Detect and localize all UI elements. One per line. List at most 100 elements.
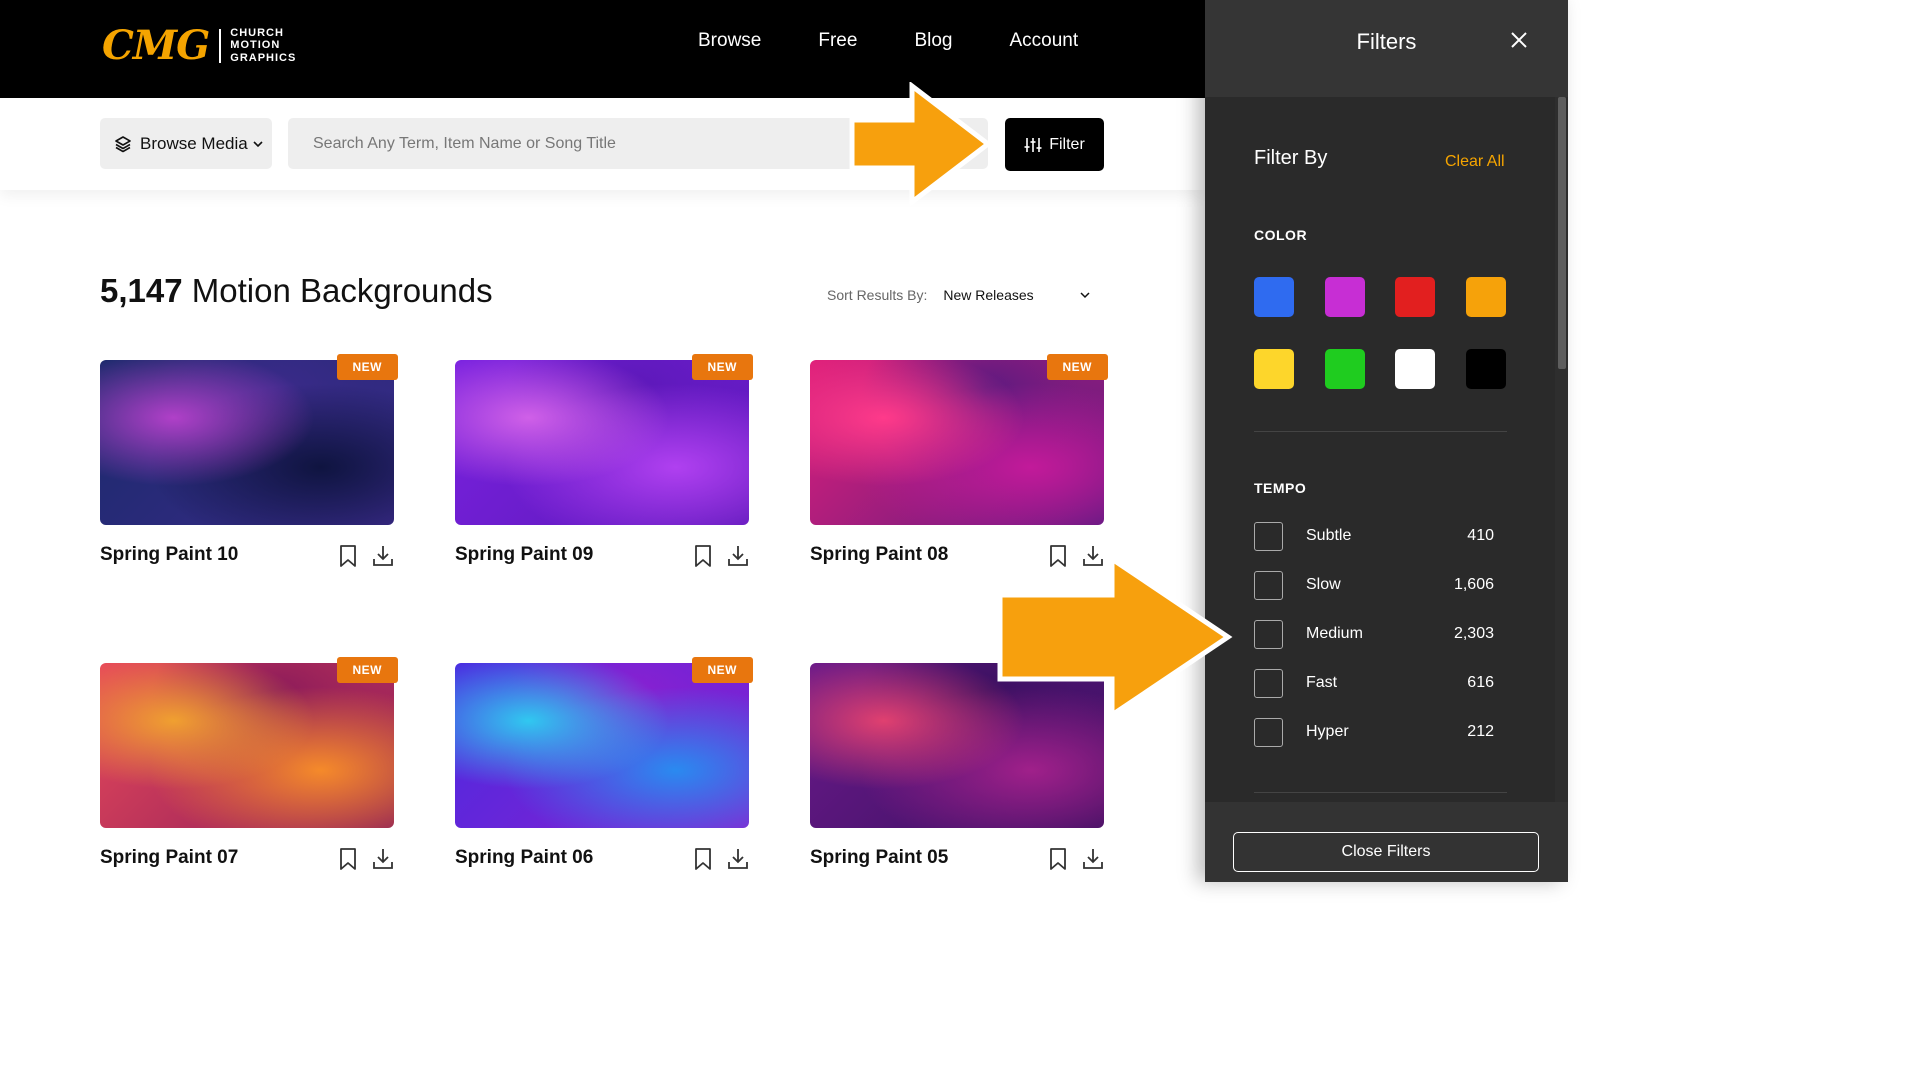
close-icon[interactable]	[1509, 30, 1529, 50]
logo-word: MOTION	[230, 39, 281, 52]
sort-control: Sort Results By: New Releases	[827, 287, 1091, 303]
media-title[interactable]: Spring Paint 08	[810, 544, 948, 566]
search-toolbar: Browse Media Filter	[0, 98, 1205, 190]
color-swatch-red[interactable]	[1395, 277, 1435, 317]
media-thumbnail[interactable]: NEW	[810, 354, 1108, 525]
tempo-name: Medium	[1306, 625, 1363, 642]
tempo-option-hyper[interactable]: Hyper 212	[1254, 718, 1504, 748]
tempo-count: 1,606	[1453, 576, 1494, 593]
tempo-count: 2,303	[1453, 625, 1494, 642]
color-swatch-green[interactable]	[1325, 349, 1365, 389]
media-title[interactable]: Spring Paint 09	[455, 544, 593, 566]
bookmark-icon[interactable]	[338, 847, 358, 871]
browse-media-dropdown[interactable]: Browse Media	[100, 118, 272, 169]
tempo-count: 212	[1467, 723, 1494, 740]
download-icon[interactable]	[372, 847, 394, 871]
section-divider	[1254, 431, 1507, 432]
media-card[interactable]: NEW Spring Paint 07	[100, 657, 398, 870]
tempo-checkbox[interactable]	[1254, 718, 1283, 747]
clear-all-link[interactable]: Clear All	[1445, 153, 1505, 171]
media-actions	[693, 847, 749, 871]
main-nav: Browse Free Blog Account	[698, 30, 1135, 52]
download-icon[interactable]	[727, 544, 749, 568]
tempo-section-label: TEMPO	[1254, 480, 1307, 496]
color-section-label: COLOR	[1254, 227, 1308, 243]
tempo-name: Hyper	[1306, 723, 1349, 740]
filter-button[interactable]: Filter	[1005, 118, 1104, 171]
media-title[interactable]: Spring Paint 10	[100, 544, 238, 566]
filters-panel-header: Filters	[1205, 0, 1568, 97]
bookmark-icon[interactable]	[1048, 847, 1068, 871]
sort-select[interactable]: New Releases	[943, 287, 1079, 303]
top-nav-bar: CMG CHURCH MOTION GRAPHICS Browse Free B…	[0, 0, 1205, 98]
close-filters-button[interactable]: Close Filters	[1233, 832, 1539, 872]
media-actions	[338, 544, 394, 568]
nav-browse[interactable]: Browse	[698, 30, 761, 52]
bookmark-icon[interactable]	[693, 544, 713, 568]
media-thumbnail[interactable]: NEW	[100, 657, 398, 828]
media-thumbnail[interactable]: NEW	[100, 354, 398, 525]
bookmark-icon[interactable]	[338, 544, 358, 568]
tempo-checkbox[interactable]	[1254, 522, 1283, 551]
layers-icon	[114, 135, 132, 153]
tempo-checkbox[interactable]	[1254, 620, 1283, 649]
tempo-name: Subtle	[1306, 527, 1352, 544]
color-swatch-black[interactable]	[1466, 349, 1506, 389]
new-badge: NEW	[336, 657, 398, 683]
tempo-option-subtle[interactable]: Subtle 410	[1254, 522, 1504, 552]
chevron-down-icon[interactable]	[1079, 289, 1091, 301]
results-count: 5,147	[100, 272, 183, 309]
new-badge: NEW	[1046, 354, 1108, 380]
filters-panel-footer: Close Filters	[1205, 802, 1568, 882]
new-badge: NEW	[336, 354, 398, 380]
media-card[interactable]: NEW Spring Paint 08	[810, 354, 1108, 567]
logo-divider	[219, 28, 222, 63]
tempo-option-medium[interactable]: Medium 2,303	[1254, 620, 1504, 650]
bookmark-icon[interactable]	[693, 847, 713, 871]
results-label: Motion Backgrounds	[191, 272, 493, 309]
media-actions	[1048, 847, 1104, 871]
color-swatch-purple[interactable]	[1325, 277, 1365, 317]
nav-account[interactable]: Account	[1009, 30, 1078, 52]
new-badge: NEW	[691, 354, 753, 380]
media-actions	[693, 544, 749, 568]
arrow-pointer-icon	[849, 82, 993, 206]
media-title[interactable]: Spring Paint 05	[810, 847, 948, 869]
tempo-count: 616	[1467, 674, 1494, 691]
logo-word: GRAPHICS	[230, 51, 297, 64]
download-icon[interactable]	[727, 847, 749, 871]
media-card[interactable]: NEW Spring Paint 06	[455, 657, 753, 870]
sort-label: Sort Results By:	[827, 287, 928, 303]
media-title[interactable]: Spring Paint 07	[100, 847, 238, 869]
tempo-option-slow[interactable]: Slow 1,606	[1254, 571, 1504, 601]
cmg-logo[interactable]: CMG CHURCH MOTION GRAPHICS	[102, 22, 296, 69]
download-icon[interactable]	[372, 544, 394, 568]
tempo-name: Fast	[1306, 674, 1338, 691]
results-heading: 5,147 Motion Backgrounds	[100, 272, 493, 310]
color-swatch-orange[interactable]	[1466, 277, 1506, 317]
media-thumbnail[interactable]: NEW	[455, 354, 753, 525]
filter-label: Filter	[1049, 135, 1085, 153]
media-title[interactable]: Spring Paint 06	[455, 847, 593, 869]
tempo-checkbox[interactable]	[1254, 571, 1283, 600]
tempo-count: 410	[1467, 527, 1494, 544]
color-swatch-blue[interactable]	[1254, 277, 1294, 317]
nav-blog[interactable]: Blog	[914, 30, 952, 52]
media-card[interactable]: NEW Spring Paint 09	[455, 354, 753, 567]
panel-scrollbar-thumb[interactable]	[1558, 97, 1566, 369]
logo-word: CHURCH	[230, 26, 284, 39]
filter-by-heading: Filter By	[1254, 147, 1328, 169]
download-icon[interactable]	[1082, 847, 1104, 871]
logo-mark: CMG	[102, 22, 210, 69]
media-thumbnail[interactable]: NEW	[455, 657, 753, 828]
chevron-down-icon	[252, 138, 264, 150]
media-card[interactable]: NEW Spring Paint 10	[100, 354, 398, 567]
media-actions	[338, 847, 394, 871]
new-badge: NEW	[691, 657, 753, 683]
tempo-checkbox[interactable]	[1254, 669, 1283, 698]
nav-free[interactable]: Free	[818, 30, 857, 52]
color-swatch-yellow[interactable]	[1254, 349, 1294, 389]
color-swatch-white[interactable]	[1395, 349, 1435, 389]
arrow-pointer-icon	[997, 555, 1233, 720]
tempo-option-fast[interactable]: Fast 616	[1254, 669, 1504, 699]
